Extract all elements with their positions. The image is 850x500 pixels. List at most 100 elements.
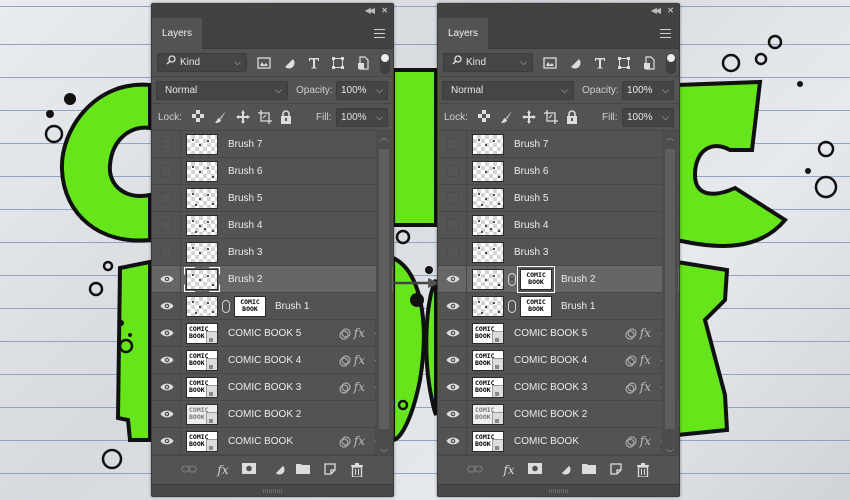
filter-kind-dropdown[interactable]: Kind ⌵ (157, 53, 247, 72)
close-panel-icon[interactable]: ✕ (667, 5, 674, 17)
visibility-toggle[interactable] (152, 158, 181, 185)
shape-filter-icon[interactable] (617, 56, 631, 70)
layer-row[interactable]: COMICBOOKCOMIC BOOK 5fx⌵ (152, 320, 393, 347)
image-filter-icon[interactable] (257, 56, 271, 70)
layer-style-indicator[interactable]: fx (625, 320, 651, 348)
panel-menu-icon[interactable] (660, 29, 671, 38)
layer-row[interactable]: Brush 7 (438, 131, 679, 158)
image-filter-icon[interactable] (543, 56, 557, 70)
layer-style-indicator[interactable]: fx (625, 428, 651, 456)
layer-name[interactable]: Brush 1 (561, 293, 595, 320)
new-adjustment-layer-icon[interactable] (557, 463, 573, 477)
smart-object-thumbnail[interactable]: COMIC BOOK (186, 323, 218, 344)
layer-name[interactable]: COMIC BOOK 4 (514, 347, 587, 374)
layer-name[interactable]: Brush 5 (228, 185, 262, 212)
layer-thumbnail[interactable] (186, 215, 218, 236)
layer-style-indicator[interactable]: fx (625, 347, 651, 375)
add-mask-icon[interactable] (241, 463, 257, 477)
visibility-toggle[interactable] (438, 374, 467, 401)
smart-object-thumbnail[interactable]: COMIC BOOK (472, 431, 504, 452)
layer-row[interactable]: COMIC BOOK COMIC BOOK 2 (438, 401, 679, 428)
visibility-toggle[interactable] (152, 320, 181, 347)
layers-scrollbar[interactable]: ︿ ﹀ (376, 131, 392, 461)
layer-thumbnail[interactable] (472, 215, 504, 236)
scroll-up-button[interactable]: ︿ (662, 131, 678, 145)
smart-object-thumbnail[interactable]: COMIC BOOK (186, 350, 218, 371)
close-panel-icon[interactable]: ✕ (381, 5, 388, 17)
layer-row[interactable]: COMIC BOOK Brush 2 (438, 266, 679, 293)
layer-style-indicator[interactable]: fx (339, 374, 365, 402)
fill-dropdown-button[interactable]: ⌵ (658, 108, 674, 127)
link-layers-icon[interactable] (467, 463, 483, 477)
visibility-toggle[interactable] (152, 212, 181, 239)
layer-thumbnail[interactable] (186, 242, 218, 263)
layer-name[interactable]: Brush 6 (514, 158, 548, 185)
layer-row[interactable]: COMICBOOKCOMIC BOOK 3fx⌵ (152, 374, 393, 401)
layer-name[interactable]: COMIC BOOK 2 (228, 401, 301, 428)
opacity-dropdown-button[interactable]: ⌵ (658, 81, 674, 100)
smart-object-filter-icon[interactable] (642, 56, 656, 70)
filter-toggle-switch[interactable] (380, 53, 390, 74)
smart-object-thumbnail[interactable]: COMIC BOOK (472, 404, 504, 425)
mask-link-icon[interactable] (508, 273, 516, 286)
layer-row[interactable]: COMICBOOKCOMIC BOOKfx⌵ (438, 428, 679, 455)
visibility-toggle[interactable] (152, 185, 181, 212)
layer-thumbnail[interactable] (472, 161, 504, 182)
layer-mask-thumbnail[interactable]: COMIC BOOK (520, 296, 552, 317)
layer-mask-thumbnail[interactable]: COMIC BOOK (234, 296, 266, 317)
tab-layers[interactable]: Layers (438, 18, 488, 49)
panel-resize-grip[interactable] (152, 484, 393, 496)
visibility-toggle[interactable] (152, 239, 181, 266)
tab-layers[interactable]: Layers (152, 18, 202, 49)
layer-thumbnail[interactable] (472, 269, 504, 290)
collapse-panel-icon[interactable]: ◀◀ (365, 5, 375, 17)
layer-thumbnail[interactable] (472, 242, 504, 263)
fill-dropdown-button[interactable]: ⌵ (372, 108, 388, 127)
smart-object-thumbnail[interactable]: COMIC BOOK (186, 431, 218, 452)
layer-row[interactable]: Brush 3 (152, 239, 393, 266)
new-group-icon[interactable] (581, 463, 597, 477)
smart-object-thumbnail[interactable]: COMIC BOOK (186, 377, 218, 398)
lock-transparent-pixels-icon[interactable] (478, 110, 492, 124)
opacity-dropdown-button[interactable]: ⌵ (372, 81, 388, 100)
type-filter-icon[interactable] (593, 56, 607, 70)
layer-row[interactable]: Brush 5 (152, 185, 393, 212)
layer-row[interactable]: Brush 4 (438, 212, 679, 239)
lock-artboard-icon[interactable] (258, 110, 272, 124)
layer-row[interactable]: COMIC BOOK COMIC BOOK 2 (152, 401, 393, 428)
layer-row[interactable]: Brush 6 (438, 158, 679, 185)
layer-thumbnail[interactable] (186, 134, 218, 155)
visibility-toggle[interactable] (152, 401, 181, 428)
smart-object-thumbnail[interactable]: COMIC BOOK (186, 404, 218, 425)
new-group-icon[interactable] (295, 463, 311, 477)
layer-thumbnail[interactable] (472, 134, 504, 155)
visibility-toggle[interactable] (438, 212, 467, 239)
layer-thumbnail[interactable] (472, 188, 504, 209)
visibility-toggle[interactable] (438, 239, 467, 266)
smart-object-thumbnail[interactable]: COMIC BOOK (472, 377, 504, 398)
layer-thumbnail[interactable] (186, 161, 218, 182)
shape-filter-icon[interactable] (331, 56, 345, 70)
layer-row[interactable]: COMICBOOKCOMIC BOOK 5fx⌵ (438, 320, 679, 347)
lock-all-icon[interactable] (280, 110, 294, 124)
panel-title-bar[interactable]: ◀◀ ✕ (438, 4, 679, 18)
layer-name[interactable]: COMIC BOOK 5 (228, 320, 301, 347)
adjustment-filter-icon[interactable] (282, 56, 296, 70)
mask-link-icon[interactable] (508, 300, 516, 313)
visibility-toggle[interactable] (152, 374, 181, 401)
layer-row[interactable]: COMICBOOKCOMIC BOOK 3fx⌵ (438, 374, 679, 401)
layer-name[interactable]: Brush 3 (514, 239, 548, 266)
layer-name[interactable]: Brush 6 (228, 158, 262, 185)
type-filter-icon[interactable] (307, 56, 321, 70)
visibility-toggle[interactable] (438, 158, 467, 185)
layer-name[interactable]: Brush 2 (561, 266, 595, 293)
new-layer-icon[interactable] (322, 463, 338, 477)
lock-position-icon[interactable] (236, 110, 250, 124)
layer-row[interactable]: Brush 7 (152, 131, 393, 158)
layer-row[interactable]: COMIC BOOK Brush 1 (152, 293, 393, 320)
lock-all-icon[interactable] (566, 110, 580, 124)
layer-name[interactable]: Brush 2 (228, 266, 262, 293)
filter-toggle-switch[interactable] (666, 53, 676, 74)
layer-row[interactable]: COMICBOOKCOMIC BOOK 4fx⌵ (152, 347, 393, 374)
add-layer-style-icon[interactable]: fx (215, 463, 231, 477)
